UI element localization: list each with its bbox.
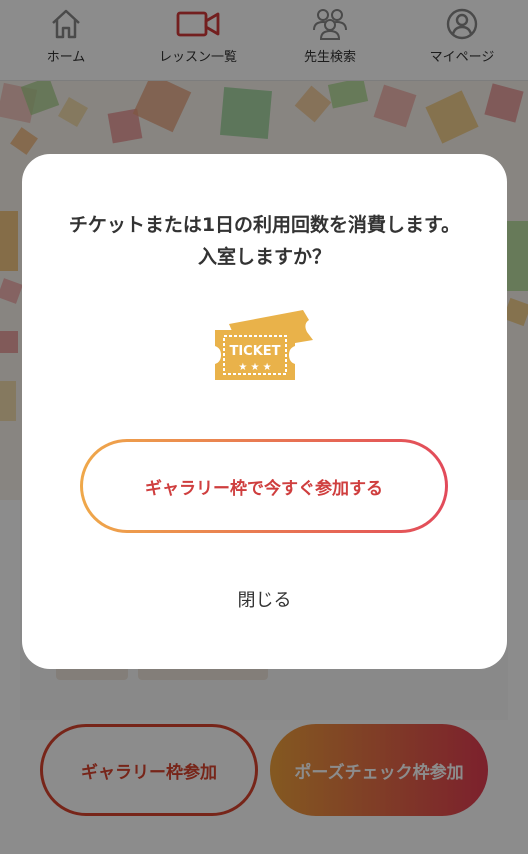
ticket-stars: ★ ★ ★ (238, 362, 271, 373)
join-gallery-now-button-border[interactable]: ギャラリー枠で今すぐ参加する (80, 439, 448, 533)
confirm-dialog: チケットまたは1日の利用回数を消費します。 入室しますか？ TICKET ★ ★… (22, 154, 507, 669)
join-gallery-now-button[interactable]: ギャラリー枠で今すぐ参加する (83, 442, 445, 530)
dialog-message-line2: 入室しますか？ (197, 246, 331, 268)
close-dialog-button[interactable]: 閉じる (22, 586, 507, 612)
dialog-message: チケットまたは1日の利用回数を消費します。 入室しますか？ (22, 209, 507, 273)
ticket-text: TICKET (229, 344, 280, 359)
ticket-icon: TICKET ★ ★ ★ (215, 310, 313, 380)
dialog-message-line1: チケットまたは1日の利用回数を消費します。 (68, 214, 461, 236)
